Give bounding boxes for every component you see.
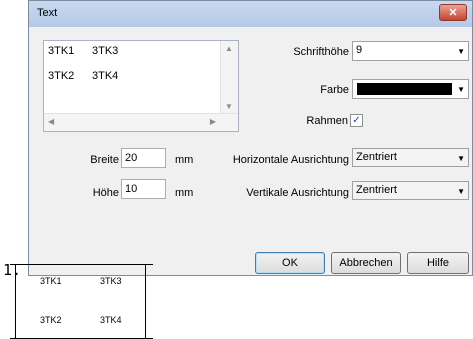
schrifthoehe-label: Schrifthöhe (293, 46, 349, 58)
rahmen-label: Rahmen (306, 115, 348, 127)
ok-button[interactable]: OK (255, 252, 325, 274)
vertical-align-value: Zentriert (356, 184, 397, 196)
scroll-down-icon[interactable]: ▼ (225, 102, 233, 111)
farbe-select[interactable]: ▼ (352, 79, 469, 99)
list-item[interactable]: 3TK2 (48, 70, 74, 82)
preview-cell: 3TK4 (100, 315, 122, 325)
title-bar[interactable]: Text ✕ (29, 1, 472, 27)
close-icon: ✕ (448, 7, 458, 19)
text-list[interactable]: 3TK1 3TK3 3TK2 3TK4 ▲ ▼ ◀ ▶ (43, 40, 239, 132)
vertical-align-select[interactable]: Zentriert ▼ (352, 181, 469, 200)
rahmen-checkbox[interactable]: ✓ (350, 114, 363, 127)
chevron-down-icon: ▼ (457, 154, 465, 163)
horizontal-align-select[interactable]: Zentriert ▼ (352, 148, 469, 167)
horizontal-align-value: Zentriert (356, 151, 397, 163)
color-swatch (357, 83, 452, 95)
list-item[interactable]: 3TK1 (48, 45, 74, 57)
chevron-down-icon: ▼ (457, 47, 465, 56)
scroll-left-icon[interactable]: ◀ (48, 117, 54, 126)
scroll-up-icon[interactable]: ▲ (225, 44, 233, 53)
scroll-right-icon[interactable]: ▶ (210, 117, 216, 126)
preview-cell: 3TK2 (40, 315, 62, 325)
breite-label: Breite (90, 154, 119, 166)
dialog-body: 3TK1 3TK3 3TK2 3TK4 ▲ ▼ ◀ ▶ Breite 20 mm… (29, 27, 472, 275)
list-item[interactable]: 3TK4 (92, 70, 118, 82)
preview-cell: 3TK3 (100, 276, 122, 286)
horizontal-scrollbar[interactable]: ◀ ▶ (44, 113, 238, 131)
preview-cell: 3TK1 (40, 276, 62, 286)
checkmark-icon: ✓ (352, 115, 361, 126)
farbe-label: Farbe (320, 84, 349, 96)
help-button[interactable]: Hilfe (407, 252, 469, 274)
hoehe-unit: mm (175, 187, 194, 199)
list-item[interactable]: 3TK3 (92, 45, 118, 57)
figure-label: 1. (3, 261, 22, 279)
vertical-scrollbar[interactable]: ▲ ▼ (220, 41, 238, 114)
vertical-align-label: Vertikale Ausrichtung (246, 187, 349, 199)
close-button[interactable]: ✕ (439, 4, 467, 21)
schrifthoehe-value: 9 (356, 44, 363, 56)
horizontal-align-label: Horizontale Ausrichtung (232, 154, 349, 166)
cancel-button[interactable]: Abbrechen (331, 252, 401, 274)
text-dialog: Text ✕ 3TK1 3TK3 3TK2 3TK4 ▲ ▼ ◀ ▶ Breit… (28, 0, 473, 276)
chevron-down-icon: ▼ (457, 85, 465, 94)
dialog-title: Text (37, 7, 58, 19)
chevron-down-icon: ▼ (457, 187, 465, 196)
hoehe-input[interactable]: 10 (121, 179, 166, 199)
hoehe-label: Höhe (92, 187, 119, 199)
breite-unit: mm (175, 154, 194, 166)
breite-input[interactable]: 20 (121, 148, 166, 168)
schrifthoehe-select[interactable]: 9 ▼ (352, 41, 469, 61)
